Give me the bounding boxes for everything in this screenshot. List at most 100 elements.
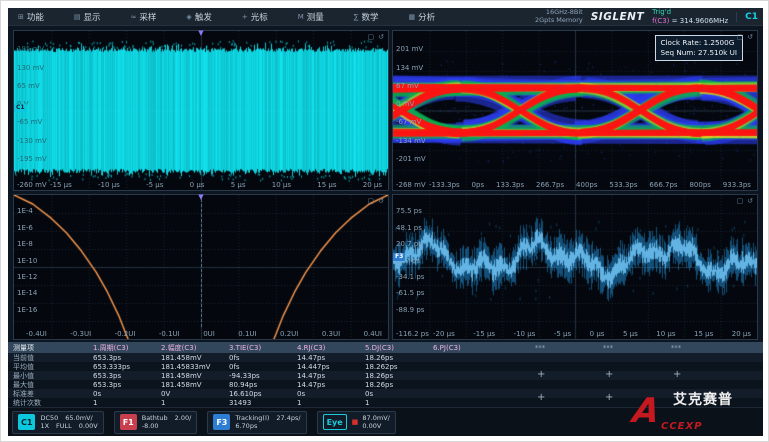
maximize-icon[interactable]: ▢ bbox=[368, 33, 375, 41]
add-measurement-slot[interactable]: + bbox=[673, 369, 681, 380]
y-axis-corner-label: -260 mV bbox=[17, 181, 47, 189]
logo-latin-text: CCEXP bbox=[661, 421, 703, 432]
panel-controls[interactable]: ▢↺ bbox=[737, 33, 754, 41]
measure-column-header[interactable]: 5.DJ(C3) bbox=[360, 344, 428, 352]
menu-item-measure[interactable]: M测量 bbox=[298, 11, 324, 23]
trigger-position-marker[interactable]: ▼ bbox=[198, 193, 203, 201]
eye-scale: 87.0mV/ bbox=[362, 414, 389, 422]
add-measurement-slot[interactable]: + bbox=[537, 392, 545, 403]
measure-value: 14.47ps bbox=[292, 354, 360, 362]
maximize-icon[interactable]: ▢ bbox=[737, 197, 744, 205]
waveform-panel[interactable]: ▼ C1 ▢↺ 195 mV130 mV65 mV0 V-65 mV-130 m… bbox=[13, 30, 389, 191]
menu-item-math[interactable]: ∑数学 bbox=[354, 11, 379, 23]
f1-function: Bathtub bbox=[142, 414, 168, 422]
menu-item-label: 显示 bbox=[84, 11, 101, 23]
reset-zoom-icon[interactable]: ↺ bbox=[747, 197, 753, 205]
y-axis-label: -67 mV bbox=[396, 118, 421, 126]
add-measurement-slot[interactable]: + bbox=[537, 369, 545, 380]
acquire-icon: ≈ bbox=[131, 13, 137, 21]
x-axis-label: 0ps bbox=[472, 181, 485, 189]
measure-value: 181.458mV bbox=[156, 354, 224, 362]
add-measurement-slot[interactable]: + bbox=[605, 369, 613, 380]
x-axis-label: 133.3ps bbox=[496, 181, 524, 189]
jitter-track-panel[interactable]: F3 ▢↺ 75.5 ps48.1 ps20.7 ps-6.7 ps-34.1 … bbox=[392, 194, 758, 340]
measure-value: 18.26ps bbox=[360, 354, 428, 362]
cursor-icon: + bbox=[242, 13, 248, 21]
channel-c1-box[interactable]: C1 DC5065.0mV/ 1XFULL0.00V bbox=[12, 411, 104, 434]
y-axis-label: 75.5 ps bbox=[396, 207, 422, 215]
measure-value: 16.610ps bbox=[224, 390, 292, 398]
maximize-icon[interactable]: ▢ bbox=[368, 197, 375, 205]
menu-item-trigger[interactable]: ◈触发 bbox=[186, 11, 211, 23]
menu-item-label: 光标 bbox=[251, 11, 268, 23]
measure-value: 0fs bbox=[224, 363, 292, 371]
measure-value: 14.447ps bbox=[292, 363, 360, 371]
panel-controls[interactable]: ▢↺ bbox=[368, 33, 385, 41]
measure-value: 0s bbox=[292, 390, 360, 398]
menu-item-utility[interactable]: ⊞功能 bbox=[18, 11, 44, 23]
measure-table-row: 当前值653.3ps181.458mV0fs14.47ps18.26ps bbox=[8, 353, 763, 362]
reset-zoom-icon[interactable]: ↺ bbox=[378, 33, 384, 41]
eye-info-box: Clock Rate: 1.2500G Seq Num: 27.510k UI bbox=[655, 35, 743, 61]
measure-value: 653.333ps bbox=[88, 363, 156, 371]
trigger-position-marker[interactable]: ▼ bbox=[198, 29, 203, 37]
f1-scale: 2.00/ bbox=[175, 414, 192, 422]
x-axis-label: -5 μs bbox=[554, 330, 571, 338]
x-axis-label: -15 μs bbox=[50, 181, 72, 189]
header-right-cluster: 16GHz-8Bit 2Gpts Memory SIGLENT Trig'd f… bbox=[535, 8, 763, 25]
trigger-status: Trig'd bbox=[652, 8, 728, 17]
measure-value: 18.26ps bbox=[360, 372, 428, 380]
clock-rate-label: Clock Rate: 1.2500G bbox=[661, 38, 737, 48]
channel-c1-offset-marker[interactable]: C1 bbox=[14, 104, 27, 112]
x-axis-label: 5 μs bbox=[623, 330, 638, 338]
reset-zoom-icon[interactable]: ↺ bbox=[378, 197, 384, 205]
measure-value: 1 bbox=[88, 399, 156, 407]
c1-coupling: DC50 bbox=[40, 414, 58, 422]
measure-column-header[interactable]: 6.PJ(C3) bbox=[428, 344, 496, 352]
measure-column-header[interactable]: 2.幅度(C3) bbox=[156, 343, 224, 353]
hardware-info: 16GHz-8Bit 2Gpts Memory bbox=[535, 9, 583, 25]
x-axis-label: -133.3ps bbox=[429, 181, 460, 189]
y-axis-label: 134 mV bbox=[396, 64, 423, 72]
f1-bathtub-box[interactable]: F1 Bathtub2.00/ -8.00 bbox=[114, 411, 198, 434]
menu-item-analysis[interactable]: ▦分析 bbox=[409, 11, 436, 23]
bathtub-panel[interactable]: ▼ ▢↺ 1E-41E-61E-81E-101E-121E-141E-16-0.… bbox=[13, 194, 389, 340]
menu-item-display[interactable]: ▤显示 bbox=[74, 11, 101, 23]
freq-source-label: f(C3) bbox=[652, 17, 669, 25]
f3-trace-marker[interactable]: F3 bbox=[393, 253, 405, 261]
f3-tracking-box[interactable]: F3 Tracking(I)27.4ps/ 6.70ps bbox=[207, 411, 306, 434]
measure-value: 80.94ps bbox=[224, 381, 292, 389]
measure-column-header[interactable]: 1.周期(C3) bbox=[88, 343, 156, 353]
x-axis-label: 0 μs bbox=[590, 330, 605, 338]
y-axis-label: 20.7 ps bbox=[396, 240, 422, 248]
trigger-status-block: Trig'd f(C3) = 314.9606MHz bbox=[652, 8, 728, 25]
empty-slot-header: *** bbox=[642, 344, 710, 352]
x-axis-label: 15 μs bbox=[694, 330, 713, 338]
eye-tag: Eye bbox=[323, 414, 347, 430]
c1-scale: 65.0mV/ bbox=[65, 414, 92, 422]
measure-column-header[interactable]: 4.RJ(C3) bbox=[292, 344, 360, 352]
measure-table-row: 平均值653.333ps181.45833mV0fs14.447ps18.262… bbox=[8, 362, 763, 371]
y-axis-label: -130 mV bbox=[17, 137, 47, 145]
x-axis-labels: -0.4UI-0.3UI-0.2UI-0.1UI0UI0.1UI0.2UI0.3… bbox=[26, 330, 382, 338]
row-label: 统计次数 bbox=[8, 398, 88, 408]
eye-diagram-panel[interactable]: Clock Rate: 1.2500G Seq Num: 27.510k UI … bbox=[392, 30, 758, 191]
measure-column-header[interactable]: 3.TIE(C3) bbox=[224, 344, 292, 352]
reset-zoom-icon[interactable]: ↺ bbox=[747, 33, 753, 41]
menu-item-cursor[interactable]: +光标 bbox=[242, 11, 268, 23]
eye-trace-box[interactable]: Eye ▮▮ 87.0mV/ 0.00V bbox=[317, 411, 396, 434]
x-axis-label: 5 μs bbox=[231, 181, 246, 189]
y-axis-label: 1E-12 bbox=[17, 273, 37, 281]
c1-tag: C1 bbox=[18, 414, 35, 430]
panel-controls[interactable]: ▢↺ bbox=[737, 197, 754, 205]
active-channel-badge[interactable]: C1 bbox=[736, 12, 758, 22]
add-measurement-slot[interactable]: + bbox=[605, 392, 613, 403]
panel-controls[interactable]: ▢↺ bbox=[368, 197, 385, 205]
maximize-icon[interactable]: ▢ bbox=[737, 33, 744, 41]
y-axis-label: 195 mV bbox=[17, 45, 44, 53]
y-axis-label: 67 mV bbox=[396, 82, 419, 90]
y-axis-label: 130 mV bbox=[17, 64, 44, 72]
seq-num-label: Seq Num: 27.510k UI bbox=[661, 48, 737, 58]
c1-probe: 1X bbox=[40, 422, 49, 430]
menu-item-acquire[interactable]: ≈采样 bbox=[131, 11, 157, 23]
